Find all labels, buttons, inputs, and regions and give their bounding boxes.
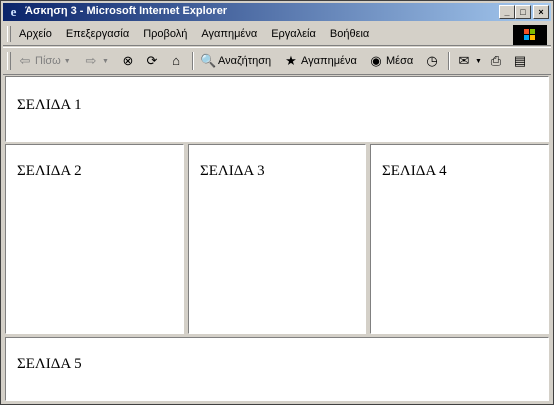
forward-dropdown-icon[interactable]: ▼ (102, 58, 109, 65)
mail-dropdown-icon[interactable]: ▼ (475, 58, 482, 65)
frame-text-page-4: ΣΕΛΙΔΑ 4 (382, 163, 447, 179)
windows-logo-icon (513, 25, 547, 45)
favorites-label: Αγαπημένα (301, 55, 357, 67)
frame-text-page-5: ΣΕΛΙΔΑ 5 (17, 356, 82, 372)
frame-page-3[interactable]: ΣΕΛΙΔΑ 3 (188, 144, 366, 334)
frame-page-2[interactable]: ΣΕΛΙΔΑ 2 (5, 144, 184, 334)
frame-text-page-1: ΣΕΛΙΔΑ 1 (17, 97, 82, 113)
menu-edit[interactable]: Επεξεργασία (66, 28, 129, 40)
toolbar-grip[interactable] (7, 52, 11, 70)
mail-icon: ✉ (458, 53, 470, 68)
media-icon: ◉ (370, 53, 382, 68)
frame-text-page-2: ΣΕΛΙΔΑ 2 (17, 163, 82, 179)
menu-view[interactable]: Προβολή (143, 28, 187, 40)
menu-items: Αρχείο Επεξεργασία Προβολή Αγαπημένα Εργ… (19, 28, 383, 40)
back-button[interactable]: ⇦ Πίσω ▼ (17, 52, 71, 70)
search-button[interactable]: 🔍 Αναζήτηση (200, 52, 271, 70)
edit-icon: ▤ (513, 53, 527, 68)
media-label: Μέσα (386, 55, 414, 67)
menu-tools[interactable]: Εργαλεία (271, 28, 316, 40)
maximize-button[interactable]: □ (515, 5, 531, 19)
history-button[interactable]: ◷ (424, 52, 440, 70)
print-icon: ⎙ (490, 53, 502, 68)
window-title: Άσκηση 3 - Microsoft Internet Explorer (25, 5, 228, 17)
search-label: Αναζήτηση (218, 55, 272, 67)
minimize-button[interactable]: _ (499, 5, 515, 19)
mail-button[interactable]: ✉ ▼ (456, 52, 482, 70)
media-button[interactable]: ◉ Μέσα (368, 52, 413, 70)
frame-page-4[interactable]: ΣΕΛΙΔΑ 4 (370, 144, 549, 334)
frame-page-5[interactable]: ΣΕΛΙΔΑ 5 (5, 337, 549, 401)
back-label: Πίσω (35, 55, 61, 67)
forward-button[interactable]: ⇨ ▼ (83, 52, 109, 70)
stop-icon: ⊗ (122, 53, 134, 68)
browser-window: e Άσκηση 3 - Microsoft Internet Explorer… (0, 0, 554, 405)
toolbar-separator (192, 52, 194, 70)
favorites-icon: ★ (285, 53, 297, 68)
forward-arrow-icon: ⇨ (85, 53, 97, 68)
edit-button[interactable]: ▤ (512, 52, 528, 70)
toolbar-separator (448, 52, 450, 70)
frame-page-1[interactable]: ΣΕΛΙΔΑ 1 (5, 76, 549, 142)
search-icon: 🔍 (200, 53, 217, 68)
frame-text-page-3: ΣΕΛΙΔΑ 3 (200, 163, 265, 179)
menubar-grip[interactable] (7, 26, 11, 42)
standard-toolbar: ⇦ Πίσω ▼ ⇨ ▼ ⊗ ⟳ ⌂ 🔍 Αναζήτηση ★ Αγαπημέ… (3, 47, 551, 75)
print-button[interactable]: ⎙ (488, 52, 504, 70)
menu-bar: Αρχείο Επεξεργασία Προβολή Αγαπημένα Εργ… (3, 23, 551, 46)
home-icon: ⌂ (172, 53, 180, 68)
refresh-button[interactable]: ⟳ (144, 52, 160, 70)
back-dropdown-icon[interactable]: ▼ (64, 58, 71, 65)
window-controls: _ □ × (499, 5, 549, 19)
menu-help[interactable]: Βοήθεια (330, 28, 369, 40)
favorites-button[interactable]: ★ Αγαπημένα (283, 52, 357, 70)
menu-favorites[interactable]: Αγαπημένα (201, 28, 257, 40)
close-button[interactable]: × (533, 5, 549, 19)
history-icon: ◷ (426, 53, 438, 68)
home-button[interactable]: ⌂ (168, 52, 184, 70)
frameset: ΣΕΛΙΔΑ 1 ΣΕΛΙΔΑ 2 ΣΕΛΙΔΑ 3 ΣΕΛΙΔΑ 4 ΣΕΛΙ… (3, 75, 551, 402)
stop-button[interactable]: ⊗ (120, 52, 136, 70)
ie-icon: e (10, 4, 17, 19)
refresh-icon: ⟳ (146, 53, 158, 68)
back-arrow-icon: ⇦ (19, 53, 31, 68)
menu-file[interactable]: Αρχείο (19, 28, 52, 40)
title-bar[interactable]: e Άσκηση 3 - Microsoft Internet Explorer… (3, 3, 551, 21)
